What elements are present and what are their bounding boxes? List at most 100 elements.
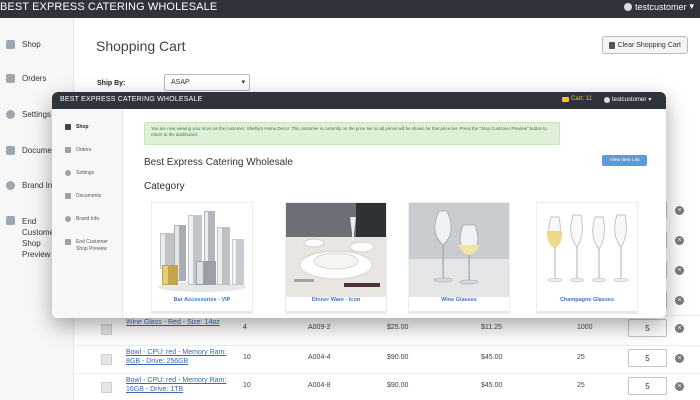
category-card-bar-accessories[interactable]: Bar Accessories - VIP xyxy=(151,202,253,314)
price-cell: $25.00 xyxy=(387,324,409,331)
clear-cart-button[interactable]: Clear Shopping Cart xyxy=(601,36,688,54)
preview-sidebar: Shop Orders Settings Documents Brand Inf… xyxy=(52,109,123,318)
wine-glasses-image xyxy=(409,203,509,297)
stock-cell: 25 xyxy=(577,354,585,361)
category-heading: Category xyxy=(144,181,185,192)
background-sidebar-item-brand-info[interactable]: Brand Info xyxy=(6,181,59,190)
sidebar-item-label: Shop xyxy=(76,124,89,130)
gear-icon xyxy=(65,170,71,176)
sidebar-item-label: End Customer Shop Preview xyxy=(76,239,108,252)
category-card-wine-glasses[interactable]: Wine Glasses xyxy=(408,202,510,314)
view-item-list-button[interactable]: View Item List xyxy=(602,155,647,166)
champagne-glasses-image xyxy=(537,203,637,297)
sku-cell: A004-8 xyxy=(308,382,331,389)
customer-preview-alert: You are now viewing your store as the cu… xyxy=(144,122,560,145)
background-sidebar-item-settings[interactable]: Settings xyxy=(6,110,51,119)
product-thumbnail xyxy=(101,324,112,335)
store-title: Best Express Catering Wholesale xyxy=(144,157,293,168)
background-brand-name[interactable]: BEST EXPRESS CATERING WHOLESALE xyxy=(0,1,217,13)
customer-preview-window: BEST EXPRESS CATERING WHOLESALE Cart: 11… xyxy=(52,92,666,318)
remove-item-icon[interactable]: × xyxy=(675,296,684,305)
remove-item-icon[interactable]: × xyxy=(675,354,684,363)
info-icon xyxy=(65,216,71,222)
info-icon xyxy=(6,181,15,190)
card-divider xyxy=(537,311,637,313)
stock-cell: 25 xyxy=(577,382,585,389)
preview-sidebar-item-shop[interactable]: Shop xyxy=(65,124,89,130)
preview-sidebar-item-brand-info[interactable]: Brand Info xyxy=(65,216,99,222)
product-thumbnail xyxy=(101,382,112,393)
user-avatar-icon xyxy=(604,96,610,103)
sale-price-cell: $45.00 xyxy=(481,354,503,361)
cart-count-label: Cart: 11 xyxy=(571,96,592,102)
exit-icon xyxy=(65,239,71,245)
preview-user-name: testcustomer xyxy=(612,96,647,103)
card-divider xyxy=(409,311,509,313)
min-qty-cell: 10 xyxy=(243,354,251,361)
min-qty-cell: 10 xyxy=(243,382,251,389)
ship-by-select[interactable]: ASAP xyxy=(164,74,250,91)
cart-icon xyxy=(562,96,569,102)
background-user-menu[interactable]: testcustomer ▾ xyxy=(623,1,694,12)
remove-item-icon[interactable]: × xyxy=(675,382,684,391)
cart-icon xyxy=(65,124,71,130)
document-icon xyxy=(6,146,15,155)
product-thumbnail xyxy=(101,354,112,365)
sku-cell: A009-2 xyxy=(308,324,331,331)
category-card-champagne-glasses[interactable]: Champagne Glasses xyxy=(536,202,638,314)
sidebar-item-label: Orders xyxy=(76,147,92,153)
dinner-ware-image xyxy=(286,203,386,297)
sidebar-item-label: Settings xyxy=(22,110,51,119)
sidebar-item-label: Settings xyxy=(76,170,95,176)
document-icon xyxy=(65,193,71,199)
min-qty-cell: 4 xyxy=(243,324,247,331)
cart-quantity-input[interactable]: 5 xyxy=(628,377,667,395)
stock-cell: 1000 xyxy=(577,324,593,331)
price-cell: $90.00 xyxy=(387,382,409,389)
gear-icon xyxy=(6,110,15,119)
remove-item-icon[interactable]: × xyxy=(675,236,684,245)
background-user-name: testcustomer xyxy=(634,1,687,12)
table-row: Bowl - CPU: red - Memory Ram: 16GB - Dri… xyxy=(75,373,700,400)
background-sidebar-item-shop[interactable]: Shop xyxy=(6,40,41,49)
category-label[interactable]: Dinner Ware - Icon xyxy=(286,297,386,303)
card-divider xyxy=(286,311,386,313)
product-name-link[interactable]: Wine Glass - Red - Size: 14oz xyxy=(126,318,231,327)
preview-sidebar-item-end-customer-preview[interactable]: End Customer Shop Preview xyxy=(65,239,121,253)
category-label[interactable]: Bar Accessories - VIP xyxy=(152,297,252,303)
bar-accessories-image xyxy=(152,203,252,297)
trash-icon xyxy=(608,41,615,49)
exit-icon xyxy=(6,216,15,225)
preview-user-menu[interactable]: testcustomer ▾ xyxy=(604,96,651,103)
sidebar-item-label: Brand Info xyxy=(76,216,100,222)
category-label[interactable]: Champagne Glasses xyxy=(537,297,637,303)
sale-price-cell: $11.25 xyxy=(481,324,502,331)
sidebar-item-label: Orders xyxy=(22,74,47,83)
pencil-icon xyxy=(65,147,71,153)
product-name-link[interactable]: Bowl - CPU: red - Memory Ram: 8GB - Driv… xyxy=(126,348,231,366)
preview-sidebar-item-documents[interactable]: Documents xyxy=(65,193,101,199)
background-top-bar: BEST EXPRESS CATERING WHOLESALE testcust… xyxy=(0,0,700,18)
category-card-dinner-ware[interactable]: Dinner Ware - Icon xyxy=(285,202,387,314)
ship-by-label: Ship By: xyxy=(97,80,126,87)
cart-quantity-input[interactable]: 5 xyxy=(628,319,667,337)
category-label[interactable]: Wine Glasses xyxy=(409,297,509,303)
pencil-icon xyxy=(6,74,15,83)
cart-quantity-input[interactable]: 5 xyxy=(628,349,667,367)
chevron-down-icon: ▾ xyxy=(689,1,694,11)
sidebar-item-label: Documents xyxy=(76,193,102,199)
cart-button[interactable]: Cart: 11 xyxy=(562,96,592,102)
preview-sidebar-item-orders[interactable]: Orders xyxy=(65,147,91,153)
table-row: Bowl - CPU: red - Memory Ram: 8GB - Driv… xyxy=(75,345,700,373)
card-divider xyxy=(152,311,252,313)
remove-item-icon[interactable]: × xyxy=(675,324,684,333)
background-sidebar-item-orders[interactable]: Orders xyxy=(6,74,46,83)
table-row: Wine Glass - Red - Size: 14oz 4 A009-2 $… xyxy=(75,315,700,343)
preview-top-bar: BEST EXPRESS CATERING WHOLESALE Cart: 11… xyxy=(52,92,666,109)
preview-brand-name[interactable]: BEST EXPRESS CATERING WHOLESALE xyxy=(60,96,202,103)
price-cell: $90.00 xyxy=(387,354,409,361)
remove-item-icon[interactable]: × xyxy=(675,206,684,215)
preview-sidebar-item-settings[interactable]: Settings xyxy=(65,170,94,176)
product-name-link[interactable]: Bowl - CPU: red - Memory Ram: 16GB - Dri… xyxy=(126,376,231,394)
remove-item-icon[interactable]: × xyxy=(675,266,684,275)
